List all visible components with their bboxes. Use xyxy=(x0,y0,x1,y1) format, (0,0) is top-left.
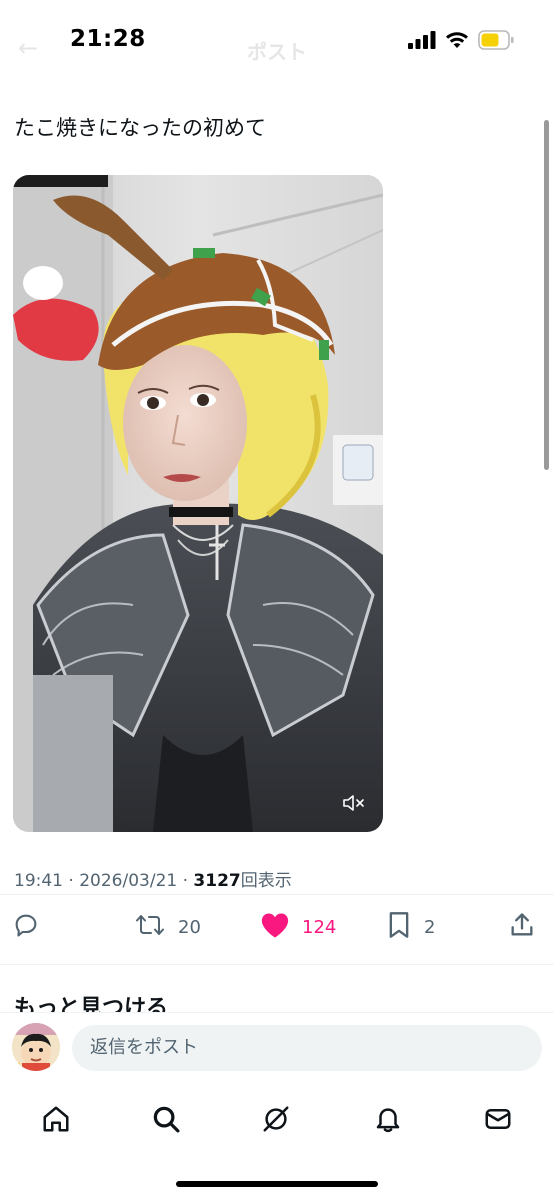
battery-icon xyxy=(478,30,514,54)
views-label: 回表示 xyxy=(240,871,292,891)
status-bar: ← ポスト 21:28 xyxy=(0,0,554,84)
post-date: 2026/03/21 xyxy=(79,871,178,891)
tab-search[interactable] xyxy=(144,1099,188,1143)
tab-messages[interactable] xyxy=(476,1099,520,1143)
avatar[interactable] xyxy=(12,1023,60,1071)
bookmark-button[interactable]: 2 xyxy=(386,905,435,949)
reply-input[interactable]: 返信をポスト xyxy=(72,1025,542,1071)
scrollbar[interactable] xyxy=(544,120,549,470)
meta-separator: · xyxy=(182,871,189,891)
retweet-icon xyxy=(134,911,166,944)
cellular-signal-icon xyxy=(408,31,436,53)
status-icons xyxy=(408,30,514,54)
home-icon xyxy=(41,1104,71,1138)
like-button[interactable]: 124 xyxy=(260,905,336,949)
retweet-count: 20 xyxy=(178,916,201,938)
tab-notifications[interactable] xyxy=(366,1099,410,1143)
heart-filled-icon xyxy=(260,911,290,944)
video-frame xyxy=(13,175,383,832)
like-count: 124 xyxy=(302,916,337,938)
wifi-icon xyxy=(445,31,469,53)
tab-bar xyxy=(0,1084,554,1200)
share-button[interactable] xyxy=(508,905,536,949)
post-time: 19:41 xyxy=(14,871,63,891)
post-meta: 19:41 · 2026/03/21 · 3127回表示 xyxy=(14,866,292,891)
search-icon xyxy=(151,1104,181,1138)
tab-home[interactable] xyxy=(34,1099,78,1143)
meta-separator: · xyxy=(68,871,74,891)
divider xyxy=(0,894,554,895)
notifications-icon xyxy=(373,1104,403,1138)
reply-bar: 返信をポスト xyxy=(0,1012,554,1084)
reply-button[interactable] xyxy=(12,905,40,949)
view-count: 3127 xyxy=(193,871,241,891)
home-indicator[interactable] xyxy=(176,1181,378,1187)
grok-icon xyxy=(261,1104,291,1138)
post-video[interactable] xyxy=(13,175,383,832)
retweet-button[interactable]: 20 xyxy=(134,905,201,949)
divider xyxy=(0,964,554,965)
status-time: 21:28 xyxy=(70,26,146,52)
bookmark-count: 2 xyxy=(424,916,436,938)
tab-grok[interactable] xyxy=(254,1099,298,1143)
post-text: たこ焼きになったの初めて xyxy=(14,116,266,140)
action-row: 20 124 2 xyxy=(0,905,554,949)
bookmark-icon xyxy=(386,911,412,944)
mute-icon[interactable] xyxy=(343,794,365,812)
share-icon xyxy=(508,911,536,944)
messages-icon xyxy=(483,1104,513,1138)
reply-icon xyxy=(12,911,40,944)
